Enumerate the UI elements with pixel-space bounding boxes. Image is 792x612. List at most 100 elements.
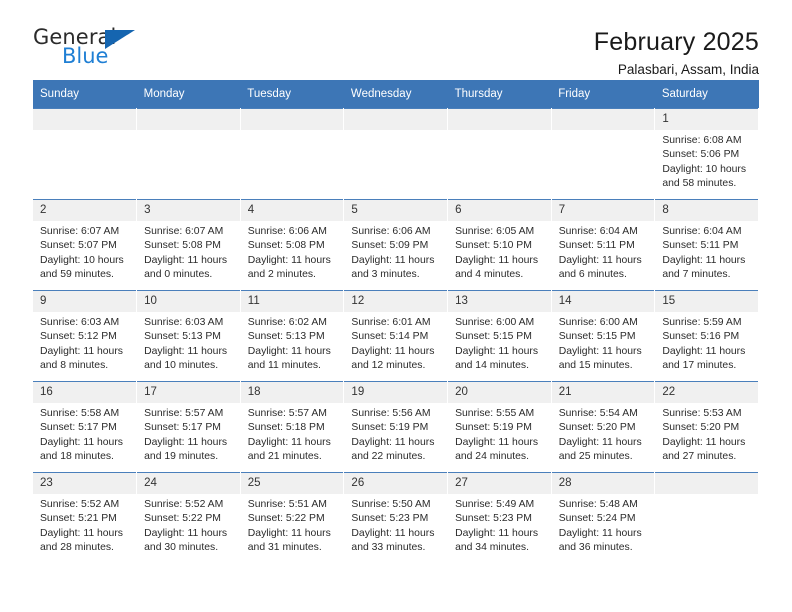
calendar-day-cell[interactable]: 12 Sunrise: 6:01 AM Sunset: 5:14 PM Dayligh… [343, 290, 449, 382]
day-sun-info: Sunrise: 6:07 AM Sunset: 5:08 PM Daylight:… [137, 221, 240, 282]
calendar-day-cell[interactable]: 16 Sunrise: 5:58 AM Sunset: 5:17 PM Dayligh… [33, 381, 138, 473]
daylight-text-line2: and 19 minutes. [144, 451, 219, 463]
daylight-text-line2: and 14 minutes. [455, 360, 529, 372]
weekday-header-wednesday: Wednesday [343, 80, 448, 109]
calendar-week-row: 16 Sunrise: 5:58 AM Sunset: 5:17 PM Dayligh… [33, 381, 759, 473]
daylight-text-line1: Daylight: 11 hours [351, 254, 435, 266]
day-number: 23 [33, 473, 137, 494]
sunset-text: Sunset: 5:20 PM [558, 422, 636, 434]
calendar-week-row: 23 Sunrise: 5:52 AM Sunset: 5:21 PM Dayligh… [33, 472, 759, 563]
calendar-day-cell[interactable]: 7 Sunrise: 6:04 AM Sunset: 5:11 PM Daylight… [551, 199, 656, 291]
calendar-page: General Blue February 2025 Palasbari, As… [0, 0, 792, 612]
sunset-text: Sunset: 5:15 PM [455, 331, 532, 343]
daylight-text-line2: and 34 minutes. [455, 542, 529, 554]
calendar-empty-cell [654, 472, 759, 563]
day-sun-info: Sunrise: 5:52 AM Sunset: 5:21 PM Daylight:… [33, 494, 136, 555]
sunrise-text: Sunrise: 6:07 AM [40, 226, 120, 237]
sunrise-sunset-calendar: Sunday Monday Tuesday Wednesday Thursday… [33, 80, 759, 563]
daylight-text-line2: and 30 minutes. [144, 542, 219, 554]
day-number: 10 [137, 291, 240, 312]
calendar-day-cell[interactable]: 21 Sunrise: 5:54 AM Sunset: 5:20 PM Dayligh… [551, 381, 656, 473]
calendar-day-cell[interactable]: 4 Sunrise: 6:06 AM Sunset: 5:08 PM Daylight… [240, 199, 345, 291]
sunrise-text: Sunrise: 5:55 AM [455, 408, 535, 419]
day-number [33, 109, 137, 130]
calendar-day-cell[interactable]: 22 Sunrise: 5:53 AM Sunset: 5:20 PM Dayligh… [654, 381, 759, 473]
sunset-text: Sunset: 5:10 PM [455, 240, 532, 252]
day-number: 6 [448, 200, 551, 221]
day-number: 8 [655, 200, 758, 221]
sunrise-text: Sunrise: 6:07 AM [144, 226, 224, 237]
calendar-day-cell[interactable]: 1 Sunrise: 6:08 AM Sunset: 5:06 PM Daylight… [654, 108, 759, 200]
calendar-day-cell[interactable]: 8 Sunrise: 6:04 AM Sunset: 5:11 PM Daylight… [654, 199, 759, 291]
sunset-text: Sunset: 5:19 PM [455, 422, 532, 434]
day-sun-info: Sunrise: 5:59 AM Sunset: 5:16 PM Daylight:… [655, 312, 758, 373]
calendar-day-cell[interactable]: 25 Sunrise: 5:51 AM Sunset: 5:22 PM Dayligh… [240, 472, 345, 563]
calendar-day-cell[interactable]: 18 Sunrise: 5:57 AM Sunset: 5:18 PM Dayligh… [240, 381, 345, 473]
sunrise-text: Sunrise: 5:53 AM [662, 408, 742, 419]
calendar-day-cell[interactable]: 28 Sunrise: 5:48 AM Sunset: 5:24 PM Dayligh… [551, 472, 656, 563]
day-number: 26 [344, 473, 448, 494]
day-number [344, 109, 448, 130]
calendar-day-cell[interactable]: 15 Sunrise: 5:59 AM Sunset: 5:16 PM Dayligh… [654, 290, 759, 382]
day-sun-info: Sunrise: 5:58 AM Sunset: 5:17 PM Daylight:… [33, 403, 136, 464]
daylight-text-line1: Daylight: 11 hours [558, 436, 642, 448]
day-number: 11 [240, 291, 344, 312]
calendar-day-cell[interactable]: 10 Sunrise: 6:03 AM Sunset: 5:13 PM Dayligh… [136, 290, 241, 382]
daylight-text-line2: and 31 minutes. [247, 542, 322, 554]
general-blue-logo[interactable]: General Blue [33, 27, 153, 73]
daylight-text-line2: and 58 minutes. [662, 178, 737, 190]
calendar-day-cell[interactable]: 17 Sunrise: 5:57 AM Sunset: 5:17 PM Dayligh… [136, 381, 241, 473]
calendar-day-cell[interactable]: 3 Sunrise: 6:07 AM Sunset: 5:08 PM Daylight… [136, 199, 241, 291]
daylight-text-line1: Daylight: 11 hours [662, 436, 746, 448]
calendar-day-cell[interactable]: 26 Sunrise: 5:50 AM Sunset: 5:23 PM Dayligh… [343, 472, 449, 563]
day-number: 19 [344, 382, 448, 403]
daylight-text-line2: and 3 minutes. [351, 269, 420, 281]
calendar-week-row: 9 Sunrise: 6:03 AM Sunset: 5:12 PM Daylight… [33, 290, 759, 382]
calendar-header-row: Sunday Monday Tuesday Wednesday Thursday… [33, 80, 759, 109]
daylight-text-line2: and 2 minutes. [247, 269, 316, 281]
day-number: 12 [344, 291, 448, 312]
calendar-day-cell[interactable]: 11 Sunrise: 6:02 AM Sunset: 5:13 PM Dayligh… [240, 290, 345, 382]
day-number: 22 [655, 382, 758, 403]
day-sun-info: Sunrise: 5:49 AM Sunset: 5:23 PM Daylight:… [448, 494, 551, 555]
calendar-day-cell[interactable]: 14 Sunrise: 6:00 AM Sunset: 5:15 PM Dayligh… [551, 290, 656, 382]
daylight-text-line1: Daylight: 11 hours [558, 345, 642, 357]
daylight-text-line2: and 27 minutes. [662, 451, 737, 463]
calendar-day-cell[interactable]: 2 Sunrise: 6:07 AM Sunset: 5:07 PM Daylight… [33, 199, 138, 291]
day-sun-info: Sunrise: 5:56 AM Sunset: 5:19 PM Daylight:… [344, 403, 447, 464]
calendar-day-cell[interactable]: 13 Sunrise: 6:00 AM Sunset: 5:15 PM Dayligh… [447, 290, 552, 382]
calendar-week-row: 2 Sunrise: 6:07 AM Sunset: 5:07 PM Daylight… [33, 199, 759, 291]
sunset-text: Sunset: 5:18 PM [247, 422, 325, 434]
calendar-day-cell[interactable]: 23 Sunrise: 5:52 AM Sunset: 5:21 PM Dayligh… [33, 472, 138, 563]
daylight-text-line2: and 10 minutes. [144, 360, 219, 372]
day-number [137, 109, 240, 130]
calendar-day-cell[interactable]: 27 Sunrise: 5:49 AM Sunset: 5:23 PM Dayligh… [447, 472, 552, 563]
day-number: 14 [551, 291, 655, 312]
day-number: 4 [240, 200, 344, 221]
daylight-text-line1: Daylight: 11 hours [247, 254, 331, 266]
sunrise-text: Sunrise: 6:03 AM [144, 317, 224, 328]
page-title: February 2025 [593, 28, 759, 56]
calendar-day-cell[interactable]: 19 Sunrise: 5:56 AM Sunset: 5:19 PM Dayligh… [343, 381, 449, 473]
day-number: 20 [448, 382, 551, 403]
day-sun-info: Sunrise: 5:51 AM Sunset: 5:22 PM Daylight:… [241, 494, 344, 555]
day-number [551, 109, 655, 130]
day-number: 5 [344, 200, 448, 221]
day-number: 7 [551, 200, 655, 221]
calendar-day-cell[interactable]: 9 Sunrise: 6:03 AM Sunset: 5:12 PM Daylight… [33, 290, 138, 382]
day-number: 13 [448, 291, 551, 312]
day-number: 18 [240, 382, 344, 403]
daylight-text-line2: and 12 minutes. [351, 360, 426, 372]
sunrise-text: Sunrise: 5:57 AM [144, 408, 224, 419]
sunrise-text: Sunrise: 6:04 AM [558, 226, 638, 237]
day-number: 28 [551, 473, 655, 494]
calendar-day-cell[interactable]: 20 Sunrise: 5:55 AM Sunset: 5:19 PM Dayligh… [447, 381, 552, 473]
day-sun-info: Sunrise: 6:06 AM Sunset: 5:09 PM Daylight:… [344, 221, 447, 282]
sunset-text: Sunset: 5:17 PM [40, 422, 117, 434]
sunrise-text: Sunrise: 6:05 AM [455, 226, 535, 237]
calendar-day-cell[interactable]: 6 Sunrise: 6:05 AM Sunset: 5:10 PM Daylight… [447, 199, 552, 291]
sunrise-text: Sunrise: 5:54 AM [558, 408, 638, 419]
daylight-text-line1: Daylight: 11 hours [247, 527, 331, 539]
calendar-day-cell[interactable]: 5 Sunrise: 6:06 AM Sunset: 5:09 PM Daylight… [343, 199, 449, 291]
calendar-day-cell[interactable]: 24 Sunrise: 5:52 AM Sunset: 5:22 PM Dayligh… [136, 472, 241, 563]
